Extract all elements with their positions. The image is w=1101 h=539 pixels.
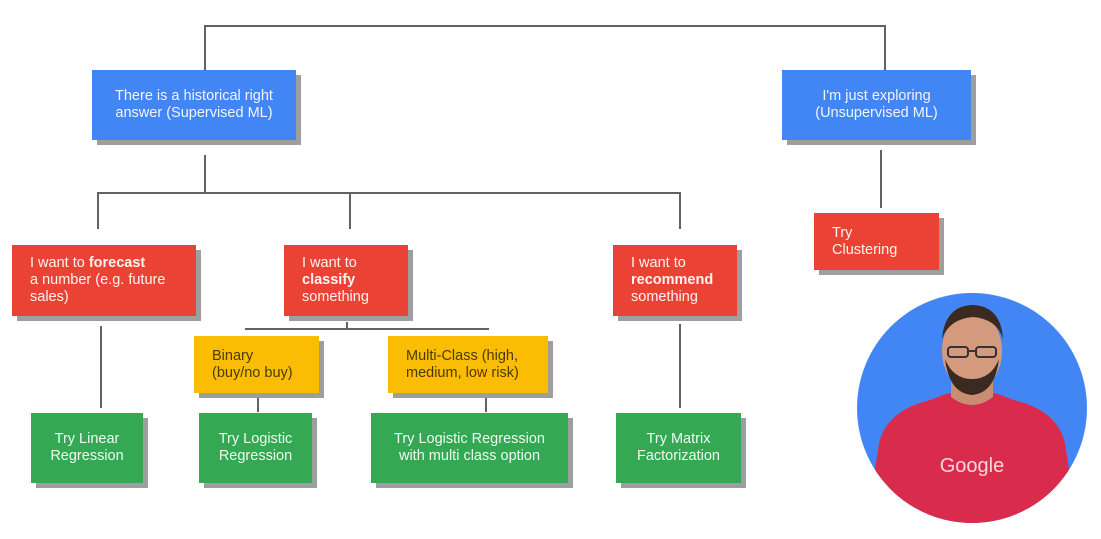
logistic-multiclass-node: Try Logistic Regression with multi class… [371, 413, 568, 483]
forecast-keyword: forecast [88, 255, 146, 271]
connector-goals-horizontal [97, 192, 681, 194]
connector-to-recommend [679, 192, 681, 229]
shirt-logo-text: Google [939, 455, 1005, 477]
connector-multiclass-to-logistic-multi [485, 398, 487, 412]
binary-classification-node: Binary (buy/no buy) [194, 336, 319, 393]
classify-keyword: classify [302, 272, 356, 288]
clustering-label: Try Clustering [832, 224, 898, 258]
linear-regression-node: Try Linear Regression [31, 413, 143, 483]
forecast-line1: I want to forecast [30, 255, 178, 272]
logistic-line1: Try Logistic [218, 431, 293, 447]
multiclass-line2: medium, low risk) [406, 364, 519, 381]
connector-recommend-to-matrix [679, 324, 681, 408]
connector-classify-types-horizontal [245, 328, 489, 330]
binary-line2: (buy/no buy) [212, 364, 293, 381]
connector-root-to-unsupervised [884, 25, 886, 70]
classify-goal-node: I want to classify something [284, 245, 408, 316]
unsupervised-ml-node: I'm just exploring (Unsupervised ML) [782, 70, 971, 140]
classify-line1: I want to [302, 255, 357, 271]
presenter-illustration [867, 305, 1077, 523]
multiclass-line1: Multi-Class (high, [406, 347, 518, 364]
supervised-line2: answer (Supervised ML) [115, 105, 273, 121]
linear-line1: Try Linear [54, 431, 120, 447]
connector-forecast-to-linear [100, 326, 102, 408]
forecast-line3: sales) [30, 289, 69, 305]
connector-root-horizontal [204, 25, 886, 27]
unsupervised-line1: I'm just exploring [822, 88, 931, 104]
connector-to-classify [349, 192, 351, 229]
forecast-goal-node: I want to forecast a number (e.g. future… [12, 245, 196, 316]
forecast-prefix: I want to [30, 255, 89, 271]
matrix-line1: Try Matrix [646, 431, 711, 447]
clustering-node: Try Clustering [814, 213, 939, 270]
logistic-multi-line1: Try Logistic Regression [394, 431, 545, 447]
linear-line2: Regression [50, 448, 124, 464]
matrix-line2: Factorization [636, 448, 720, 464]
recommend-line3: something [631, 289, 698, 305]
forecast-line2: a number (e.g. future [30, 272, 166, 288]
presenter-video: Google [857, 293, 1087, 523]
recommend-goal-node: I want to recommend something [613, 245, 737, 316]
supervised-ml-node: There is a historical right answer (Supe… [92, 70, 296, 140]
logistic-multi-line2: with multi class option [398, 448, 541, 464]
connector-to-forecast [97, 192, 99, 229]
classify-line3: something [302, 289, 369, 305]
connector-supervised-down [204, 155, 206, 193]
unsupervised-line2: (Unsupervised ML) [815, 105, 938, 121]
supervised-line1: There is a historical right [115, 88, 273, 104]
multiclass-classification-node: Multi-Class (high, medium, low risk) [388, 336, 548, 393]
binary-line1: Binary [212, 347, 254, 364]
recommend-keyword: recommend [631, 272, 714, 288]
logistic-line2: Regression [218, 448, 293, 464]
connector-unsupervised-to-clustering [880, 150, 882, 208]
recommend-line1: I want to [631, 255, 686, 271]
connector-root-to-supervised [204, 25, 206, 70]
connector-binary-to-logistic [257, 398, 259, 412]
matrix-factorization-node: Try Matrix Factorization [616, 413, 741, 483]
logistic-regression-node: Try Logistic Regression [199, 413, 312, 483]
